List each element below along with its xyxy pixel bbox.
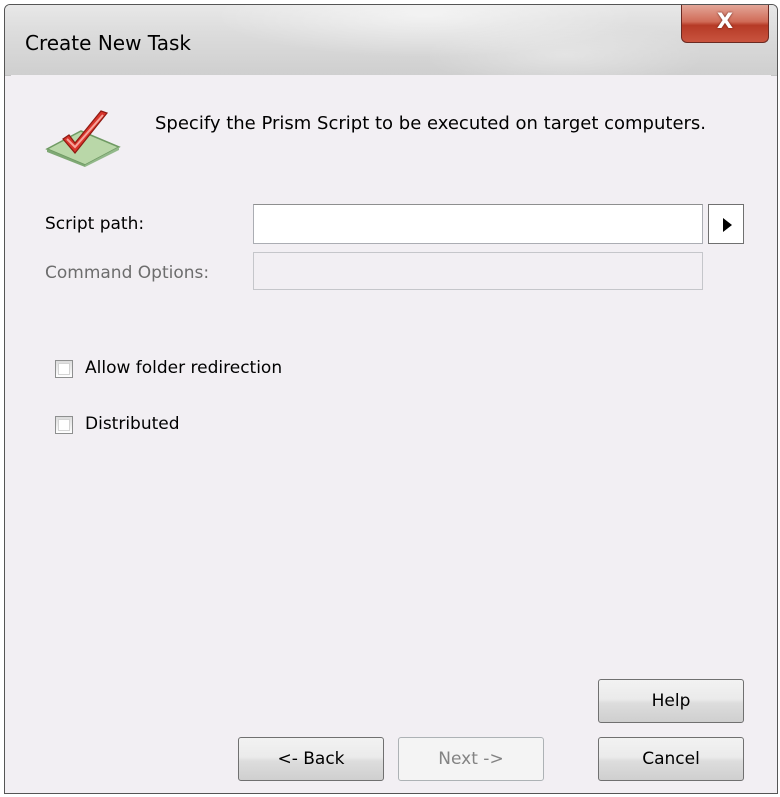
instruction-text: Specify the Prism Script to be executed …	[155, 113, 707, 134]
triangle-right-icon	[723, 218, 732, 232]
back-button[interactable]: <- Back	[238, 737, 384, 781]
checkmark-icon	[45, 110, 121, 167]
next-button[interactable]: Next ->	[398, 737, 544, 781]
dialog-title: Create New Task	[25, 31, 191, 55]
command-options-input[interactable]	[253, 252, 703, 290]
browse-script-button[interactable]	[708, 204, 744, 244]
allow-folder-redirection-label[interactable]: Allow folder redirection	[85, 358, 282, 378]
command-options-label: Command Options:	[45, 263, 210, 283]
title-bar[interactable]: Create New Task X	[5, 5, 777, 76]
close-icon: X	[716, 9, 734, 33]
help-button[interactable]: Help	[598, 679, 744, 723]
distributed-checkbox[interactable]	[55, 416, 73, 434]
cancel-button[interactable]: Cancel	[598, 737, 744, 781]
allow-folder-redirection-checkbox[interactable]	[55, 360, 73, 378]
distributed-label[interactable]: Distributed	[85, 414, 180, 434]
script-path-input[interactable]	[253, 204, 703, 244]
script-path-label: Script path:	[45, 214, 145, 234]
create-new-task-dialog: Create New Task X Specify the Prism Scri…	[4, 4, 778, 794]
dialog-content: Specify the Prism Script to be executed …	[11, 75, 771, 787]
close-button[interactable]: X	[681, 5, 769, 43]
